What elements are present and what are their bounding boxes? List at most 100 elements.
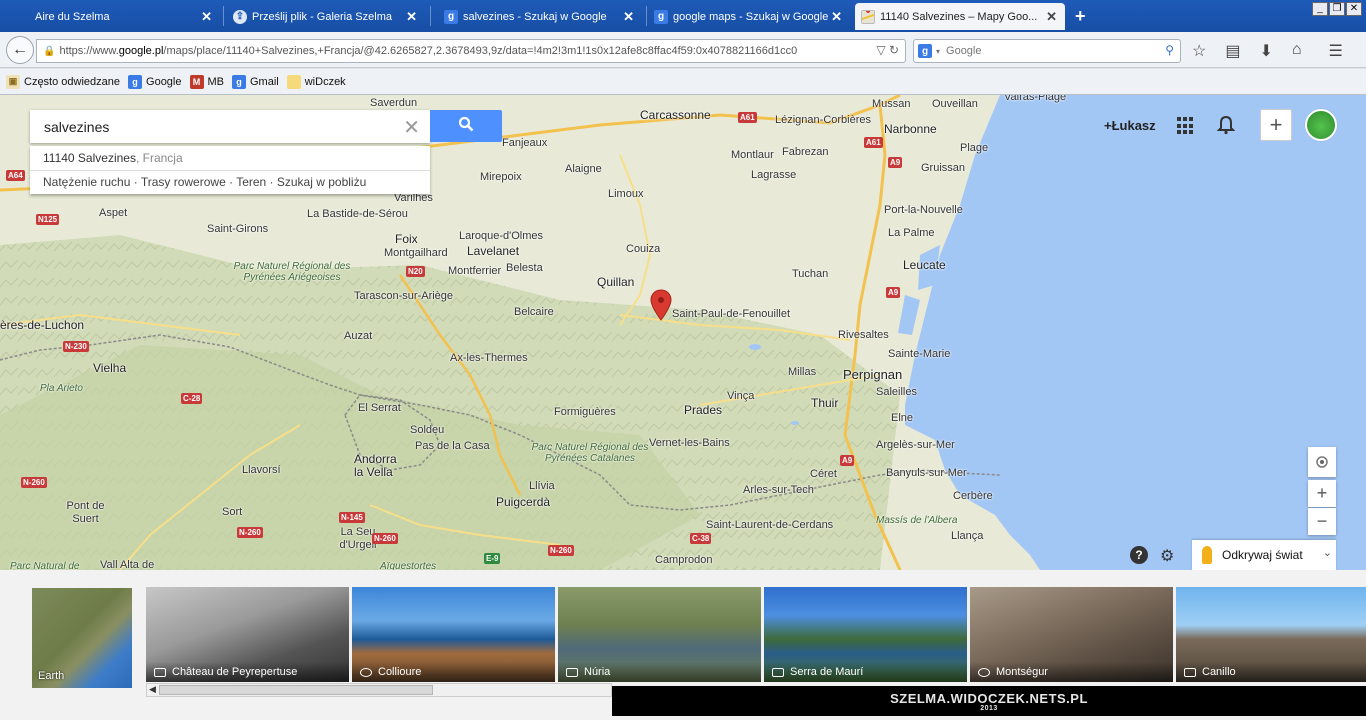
close-tab-icon[interactable]: ✕	[623, 9, 634, 25]
location-pin-icon[interactable]	[650, 289, 672, 321]
sphere-icon	[360, 667, 372, 677]
zoom-out-button[interactable]: −	[1308, 508, 1336, 535]
bookmark-widczek[interactable]: wiDczek	[286, 74, 346, 89]
help-icon[interactable]: ?	[1130, 546, 1148, 564]
map-label-saleilles: Saleilles	[876, 386, 917, 398]
google-favicon: g	[444, 9, 458, 24]
photo-card-peyrepertuse[interactable]: Château de Peyrepertuse	[146, 587, 349, 682]
zoom-in-button[interactable]: +	[1308, 480, 1336, 507]
url-bar[interactable]: 🔒 https://www. google.pl/maps/place/11140…	[36, 39, 906, 63]
tab-przeslij-plik[interactable]: ⇪ Prześlij plik - Galeria Szelma ✕	[227, 3, 425, 30]
share-plus-button[interactable]: +	[1260, 109, 1292, 141]
bookmark-mb[interactable]: M MB	[189, 74, 225, 89]
bookmark-label: Gmail	[250, 75, 279, 88]
apps-grid-icon[interactable]	[1177, 117, 1195, 135]
avatar[interactable]	[1305, 109, 1337, 141]
bookmark-google[interactable]: g Google	[128, 74, 182, 89]
suggestion-sub: , Francja	[135, 151, 183, 165]
bookmark-label: MB	[207, 75, 225, 88]
photo-strip-scrollbar[interactable]: ◀	[146, 683, 612, 697]
folder-icon	[286, 74, 301, 89]
bookmark-czesto-odwiedzane[interactable]: ▣ Często odwiedzane	[6, 74, 120, 89]
pegman-icon[interactable]	[1202, 546, 1212, 564]
new-tab-icon[interactable]: +	[1075, 6, 1086, 27]
star-bookmark-icon[interactable]: ☆	[1192, 41, 1206, 61]
map-help-settings: ? ⚙	[1130, 546, 1174, 566]
map-label-laroque-dolmes: Laroque-d'Olmes	[459, 230, 544, 242]
restore-button[interactable]: ❐	[1329, 2, 1345, 16]
close-tab-icon[interactable]: ✕	[201, 9, 212, 25]
clear-search-icon[interactable]: ✕	[403, 115, 420, 140]
tab-aire-du-szelma[interactable]: Aire du Szelma ✕	[10, 3, 220, 30]
photo-card-montsegur[interactable]: Montségur	[970, 587, 1173, 682]
navigation-bar: ← 🔒 https://www. google.pl/maps/place/111…	[0, 32, 1366, 68]
map-label-fanjeaux: Fanjeaux	[502, 137, 548, 149]
map-label-sort: Sort	[222, 506, 243, 518]
road-shield-n20: N20	[406, 266, 425, 277]
map-label-aspet: Aspet	[99, 207, 128, 219]
close-tab-icon[interactable]: ✕	[1046, 9, 1057, 25]
user-name-link[interactable]: +Łukasz	[1104, 118, 1156, 133]
download-arrow-icon[interactable]: ⬇	[1259, 41, 1272, 61]
photo-card-collioure[interactable]: Collioure	[352, 587, 555, 682]
notifications-bell-icon[interactable]	[1216, 115, 1236, 140]
search-icon[interactable]: ⚲	[1165, 43, 1174, 57]
map-label-valras-plage: Valras-Plage	[1004, 95, 1067, 103]
my-location-button[interactable]	[1308, 447, 1336, 477]
photo-caption: Núria	[584, 666, 611, 678]
explore-world-button[interactable]: Odkrywaj świat ⌄	[1192, 540, 1336, 570]
map-label-millas: Millas	[788, 366, 817, 378]
photo-card-serra-de-mauri[interactable]: Serra de Maurí	[764, 587, 967, 682]
map-label-saverdun: Saverdun	[370, 97, 418, 109]
map-label-mirepoix: Mirepoix	[480, 171, 522, 183]
earth-label: Earth	[38, 670, 65, 682]
tab-title: google maps - Szukaj w Google	[673, 10, 829, 23]
home-icon[interactable]: ⌂	[1292, 41, 1302, 61]
map-label-couiza: Couiza	[626, 243, 661, 255]
google-favicon: g	[918, 44, 932, 58]
tab-title: Prześlij plik - Galeria Szelma	[252, 10, 392, 23]
photo-icon	[566, 667, 578, 677]
photo-caption: Serra de Maurí	[790, 666, 864, 678]
road-shield-n125: N125	[36, 214, 60, 225]
earth-view-thumbnail[interactable]: Earth	[32, 588, 132, 688]
tab-salvezines-maps[interactable]: 11140 Salvezines – Mapy Goo... ✕	[855, 3, 1065, 30]
watermark-year: 2013	[980, 705, 998, 712]
maps-search-input[interactable]: salvezines	[44, 119, 109, 135]
menu-icon[interactable]: ☰	[1329, 41, 1343, 61]
back-arrow-icon[interactable]: ←	[6, 36, 34, 64]
map-label-belesta: Belesta	[506, 262, 543, 274]
map-label-park-ariegeoises: Parc Naturel Régional des Pyrénées Ariég…	[233, 261, 351, 283]
minimize-button[interactable]: _	[1312, 2, 1328, 16]
map-label-el-serrat: El Serrat	[358, 402, 401, 414]
reload-icon[interactable]: ▽ ↻	[876, 43, 899, 57]
suggestion-links[interactable]: Natężenie ruchu · Trasy rowerowe · Teren…	[43, 175, 366, 189]
reading-list-icon[interactable]: ▤	[1225, 41, 1240, 61]
window-controls: _ ❐ ✕	[1312, 2, 1362, 16]
web-search-input[interactable]: g ▾ Google ⚲	[913, 39, 1181, 63]
map-label-lavelanet: Lavelanet	[467, 244, 520, 258]
map-label-soldeu: Soldeu	[410, 424, 445, 436]
toolbar-icons: ☆ ▤ ⬇ ⌂ ☰	[1192, 41, 1343, 61]
bookmark-gmail[interactable]: g Gmail	[232, 74, 279, 89]
watermark-text: SZELMA.WIDOCZEK.NETS.PL	[890, 691, 1088, 706]
scroll-left-icon[interactable]: ◀	[149, 684, 156, 695]
map-label-lagrasse: Lagrasse	[751, 169, 797, 181]
tab-google-maps-search[interactable]: g google maps - Szukaj w Google ✕	[648, 3, 850, 30]
suggestion-item[interactable]: 11140 Salvezines, Francja	[43, 151, 183, 165]
close-tab-icon[interactable]: ✕	[406, 9, 417, 25]
map-label-narbonne: Narbonne	[884, 122, 937, 136]
close-window-button[interactable]: ✕	[1346, 2, 1362, 16]
photo-card-canillo[interactable]: Canillo	[1176, 587, 1366, 682]
bookmark-label: Google	[146, 75, 182, 88]
photo-card-nuria[interactable]: Núria	[558, 587, 761, 682]
tab-salvezines-search[interactable]: g salvezines - Szukaj w Google ✕	[438, 3, 642, 30]
map-label-montferrier: Montferrier	[448, 265, 502, 277]
road-shield-a9: A9	[888, 157, 903, 168]
maps-search-button[interactable]	[430, 110, 502, 142]
map-label-elne: Elne	[891, 412, 914, 424]
scrollbar-thumb[interactable]	[159, 685, 433, 695]
maps-search-box[interactable]: salvezines ✕	[30, 110, 430, 143]
gear-icon[interactable]: ⚙	[1160, 546, 1174, 566]
close-tab-icon[interactable]: ✕	[831, 9, 842, 25]
